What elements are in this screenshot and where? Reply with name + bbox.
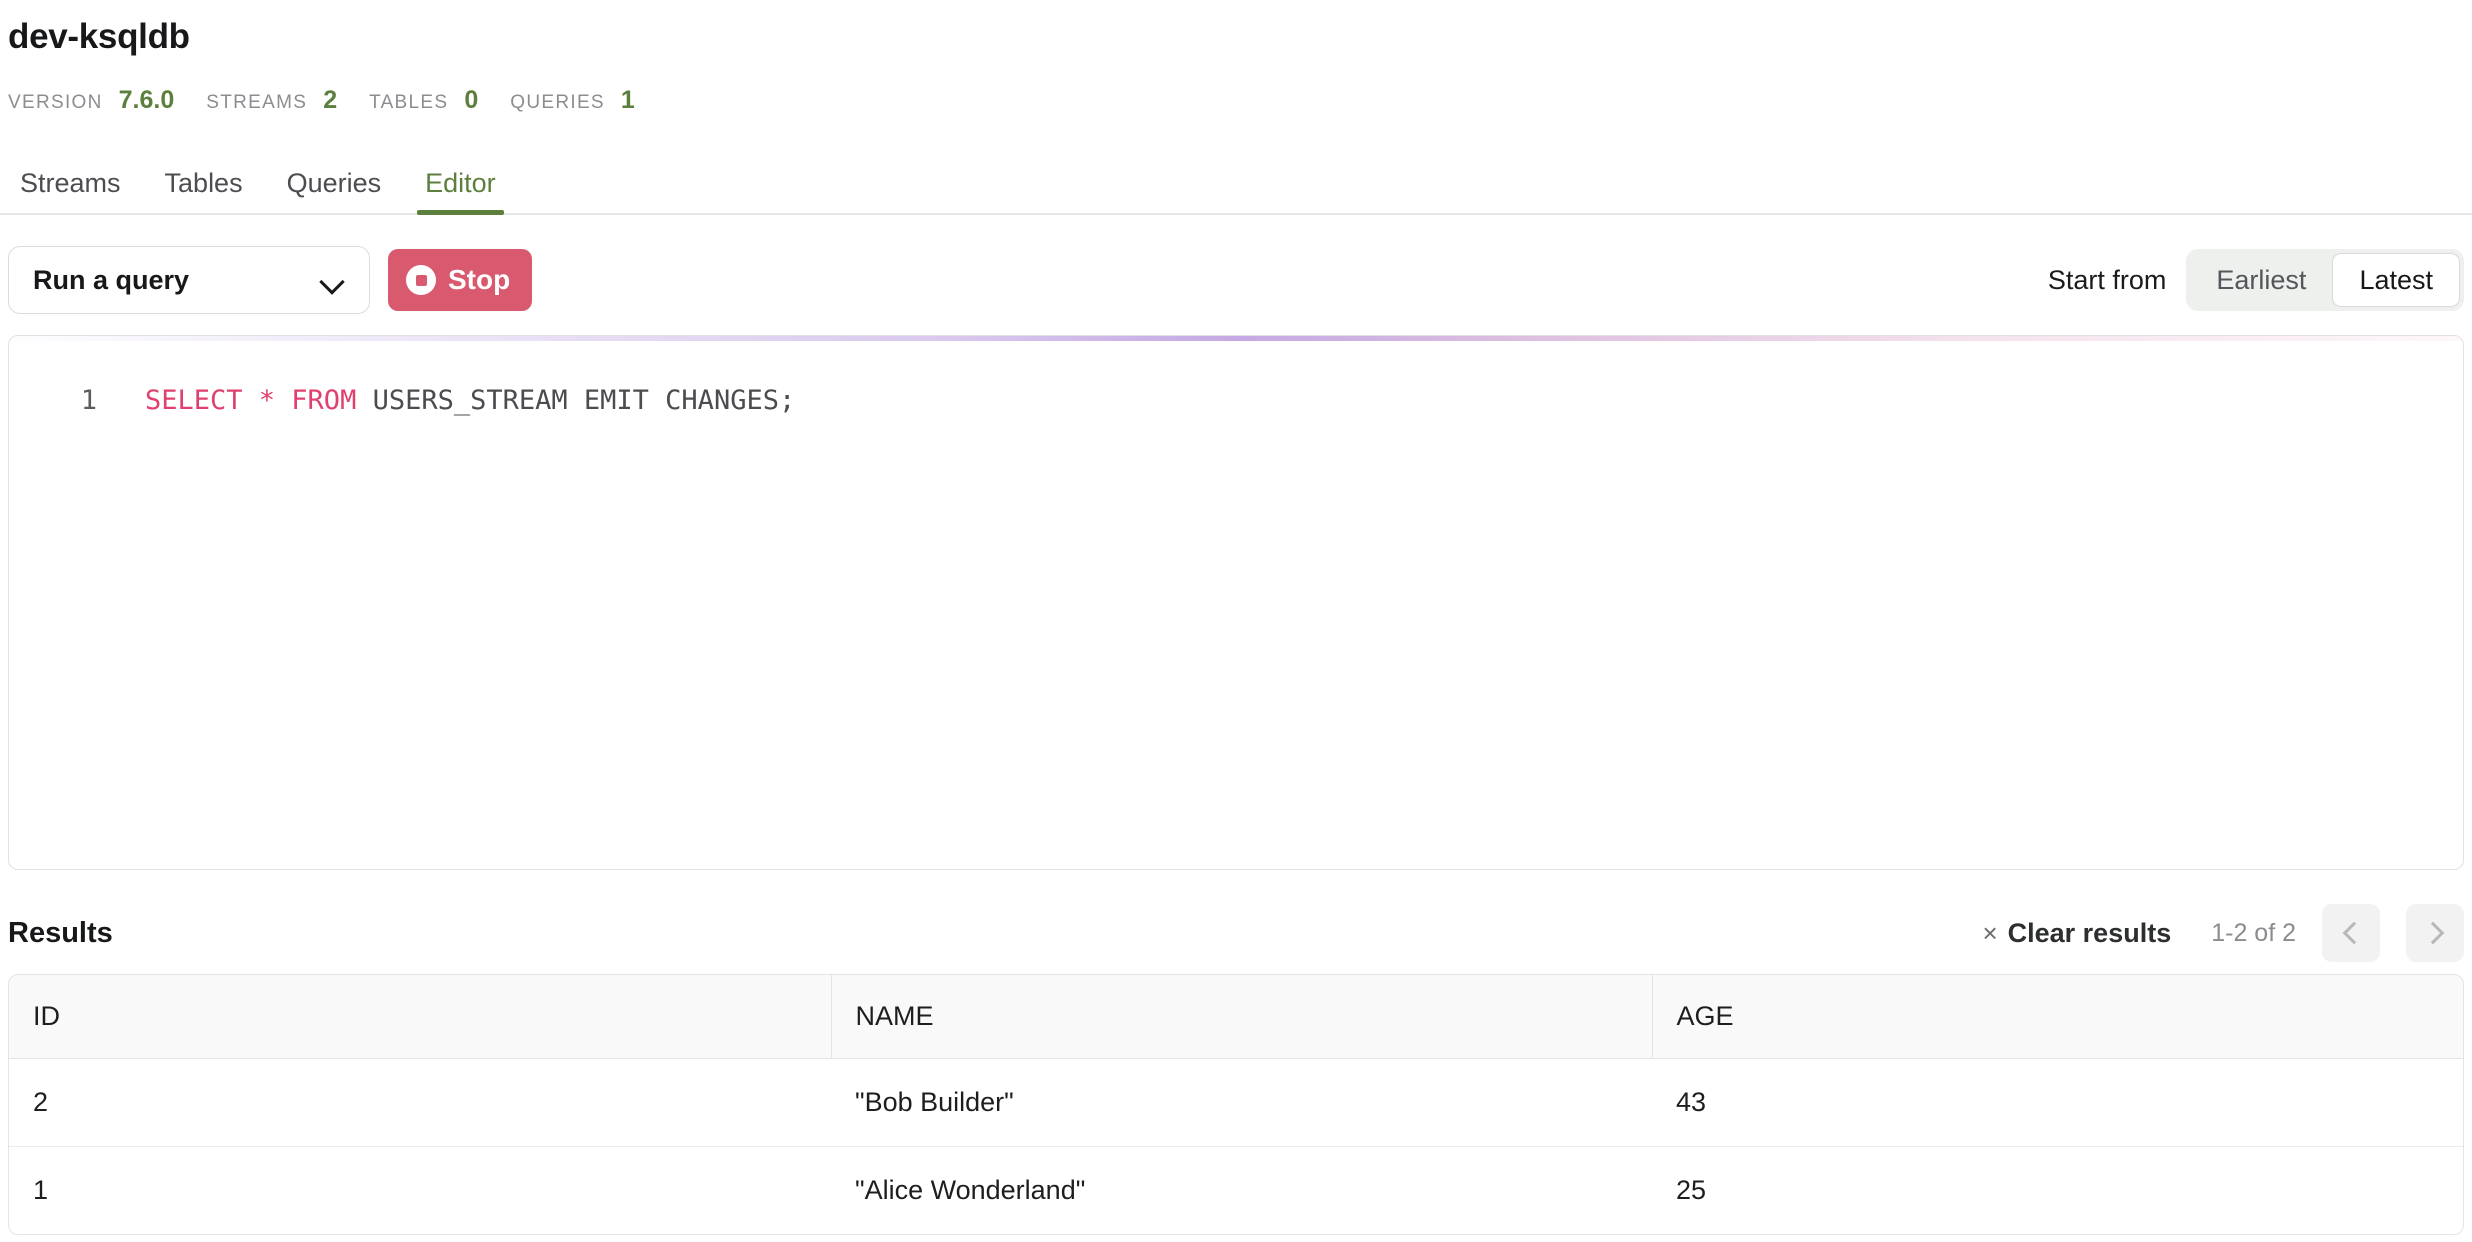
query-mode-select[interactable]: Run a query: [8, 246, 370, 314]
tab-tables[interactable]: Tables: [143, 170, 265, 213]
column-header-id[interactable]: ID: [9, 975, 832, 1059]
start-from-group: Start from Earliest Latest: [2048, 249, 2464, 311]
offset-earliest-button[interactable]: Earliest: [2190, 253, 2332, 307]
tab-queries[interactable]: Queries: [265, 170, 404, 213]
table-header-row: ID NAME AGE: [9, 975, 2463, 1059]
results-prev-page-button[interactable]: [2322, 904, 2380, 962]
sql-editor[interactable]: 1 SELECT * FROM USERS_STREAM EMIT CHANGE…: [8, 335, 2464, 870]
results-actions: × Clear results 1-2 of 2: [1982, 904, 2464, 962]
stop-circle-icon: [406, 265, 436, 295]
main-tabs: Streams Tables Queries Editor: [0, 145, 2472, 215]
cell-age: 43: [1652, 1058, 2463, 1147]
meta-queries-label: QUERIES: [510, 92, 605, 113]
meta-version-value: 7.6.0: [118, 86, 175, 114]
offset-latest-button[interactable]: Latest: [2332, 253, 2460, 307]
results-table-container: ID NAME AGE 2 "Bob Builder" 43 1 "Alice …: [8, 974, 2464, 1235]
page-header: dev-ksqldb VERSION 7.6.0 STREAMS 2 TABLE…: [0, 16, 2472, 115]
stop-button-label: Stop: [448, 264, 511, 295]
cell-name: "Bob Builder": [831, 1058, 1652, 1147]
meta-streams: STREAMS 2: [206, 86, 369, 115]
cell-id: 1: [33, 1175, 49, 1205]
stop-button[interactable]: Stop: [388, 249, 533, 311]
column-header-age[interactable]: AGE: [1652, 975, 2463, 1059]
meta-queries: QUERIES 1: [510, 86, 667, 115]
page-title: dev-ksqldb: [8, 17, 190, 56]
results-title: Results: [8, 916, 113, 949]
results-table: ID NAME AGE 2 "Bob Builder" 43 1 "Alice …: [9, 975, 2463, 1234]
column-header-name[interactable]: NAME: [831, 975, 1653, 1059]
query-mode-select-value: Run a query: [33, 264, 190, 295]
meta-streams-label: STREAMS: [206, 92, 308, 113]
chevron-right-icon: [2421, 921, 2444, 945]
table-row: 1 "Alice Wonderland" 25: [9, 1147, 2463, 1235]
cell-name: "Alice Wonderland": [855, 1175, 1086, 1205]
results-header: Results × Clear results 1-2 of 2: [0, 902, 2472, 964]
meta-queries-value: 1: [620, 86, 635, 114]
meta-tables-label: TABLES: [369, 92, 449, 113]
editor-toolbar: Run a query Stop Start from Earliest Lat…: [0, 241, 2472, 319]
meta-tables: TABLES 0: [369, 86, 510, 115]
clear-results-label: Clear results: [2007, 917, 2172, 948]
cell-id: 2: [9, 1058, 831, 1147]
cell-age: 25: [1676, 1175, 1707, 1205]
clear-results-button[interactable]: × Clear results: [1982, 918, 2171, 949]
offset-segmented-control: Earliest Latest: [2186, 249, 2464, 311]
meta-tables-value: 0: [464, 86, 479, 114]
chevron-down-icon: [321, 273, 345, 287]
line-number: 1: [80, 385, 97, 416]
tab-streams[interactable]: Streams: [8, 170, 143, 213]
start-from-label: Start from: [2047, 264, 2167, 295]
sql-code: SELECT * FROM USERS_STREAM EMIT CHANGES;: [105, 384, 795, 418]
ksqldb-editor-page: dev-ksqldb VERSION 7.6.0 STREAMS 2 TABLE…: [0, 0, 2472, 1242]
meta-version-label: VERSION: [8, 92, 103, 113]
sql-identifiers: USERS_STREAM EMIT CHANGES;: [372, 385, 796, 416]
tab-editor[interactable]: Editor: [403, 170, 518, 215]
chevron-left-icon: [2342, 921, 2365, 945]
sql-editor-line: 1 SELECT * FROM USERS_STREAM EMIT CHANGE…: [9, 336, 2463, 418]
table-row: 2 "Bob Builder" 43: [9, 1058, 2463, 1147]
close-icon: ×: [1982, 918, 1998, 948]
results-next-page-button[interactable]: [2406, 904, 2464, 962]
meta-version: VERSION 7.6.0: [8, 86, 206, 115]
query-running-progress-bar: [9, 336, 2463, 341]
results-page-count: 1-2 of 2: [2211, 918, 2296, 947]
sql-keywords: SELECT * FROM: [145, 385, 373, 416]
cluster-meta-row: VERSION 7.6.0 STREAMS 2 TABLES 0 QUERIES…: [0, 86, 2472, 115]
meta-streams-value: 2: [323, 86, 338, 114]
